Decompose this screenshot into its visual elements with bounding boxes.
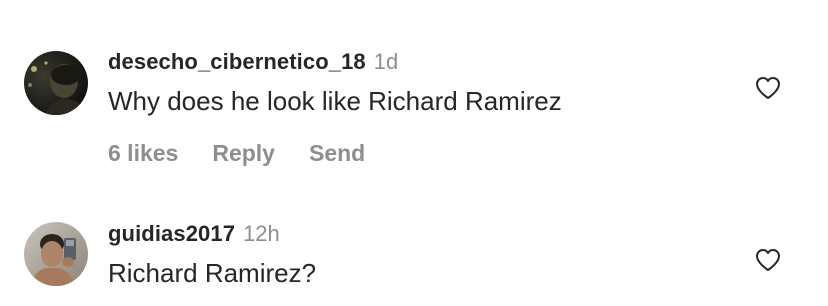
comment-text: Richard Ramirez? [108,258,317,288]
comment-timestamp: 1d [373,49,399,74]
like-button[interactable] [755,76,781,100]
comment-body: desecho_cibernetico_18 1d Why does he lo… [108,49,562,167]
comment-timestamp: 12h [243,221,280,246]
user-avatar[interactable] [24,51,88,115]
avatar-photo-icon [24,51,88,115]
reply-button[interactable]: Reply [212,140,275,167]
username-link[interactable]: guidias2017 [108,221,235,247]
comments-list: desecho_cibernetico_18 1d Why does he lo… [0,0,828,306]
comment-text: Why does he look like Richard Ramirez [108,86,562,116]
comment-body: guidias2017 12h Richard Ramirez? [108,221,316,289]
likes-count-button[interactable]: 6 likes [108,140,178,167]
comment-actions: 6 likes Reply Send [108,140,562,167]
heart-outline-icon [756,249,780,271]
comment-item: guidias2017 12h Richard Ramirez? [0,204,828,306]
send-button[interactable]: Send [309,140,365,167]
username-link[interactable]: desecho_cibernetico_18 [108,49,366,75]
avatar-photo-icon [24,222,88,286]
heart-outline-icon [756,77,780,99]
comment-item: desecho_cibernetico_18 1d Why does he lo… [0,0,828,190]
comment-meta: desecho_cibernetico_18 1d [108,49,562,79]
user-avatar[interactable] [24,222,88,286]
comment-meta: guidias2017 12h [108,221,316,251]
like-button[interactable] [755,248,781,272]
